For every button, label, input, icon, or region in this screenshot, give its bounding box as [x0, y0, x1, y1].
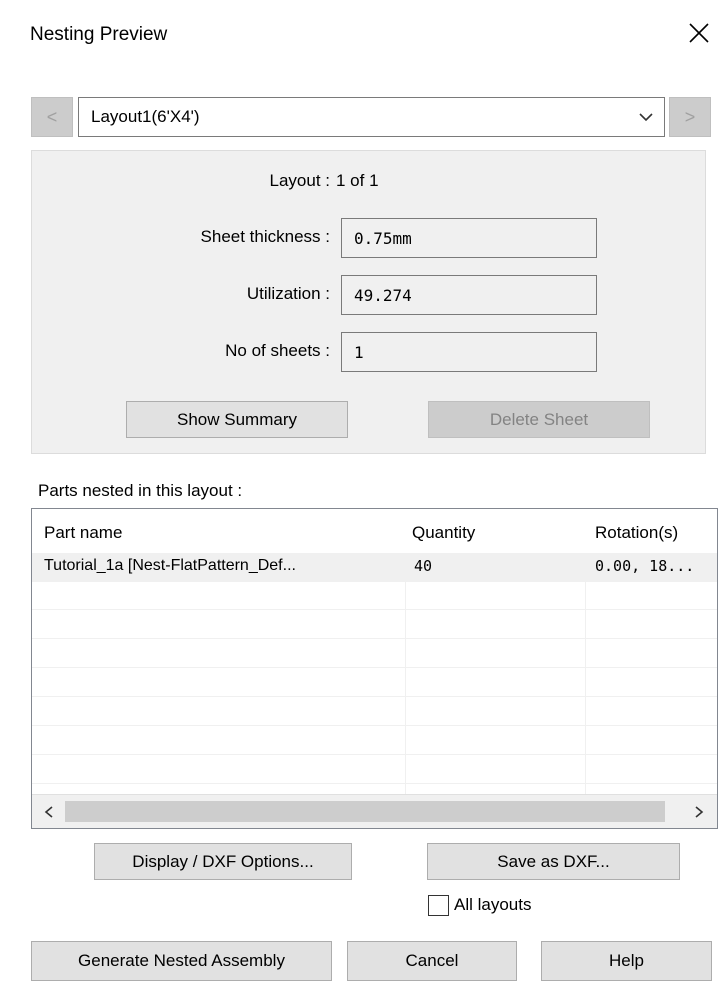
chevron-down-icon	[639, 113, 653, 122]
layout-dropdown-value: Layout1(6'X4')	[91, 107, 200, 126]
table-row-empty	[32, 581, 717, 610]
help-button[interactable]: Help	[541, 941, 712, 981]
scroll-right-button[interactable]	[688, 801, 710, 823]
horizontal-scrollbar[interactable]	[32, 794, 717, 828]
display-dxf-options-button[interactable]: Display / DXF Options...	[94, 843, 352, 880]
utilization-field[interactable]: 49.274	[341, 275, 597, 315]
table-row-empty	[32, 610, 717, 639]
cell-rotation: 0.00, 18...	[595, 557, 695, 575]
cell-quantity: 40	[414, 557, 433, 575]
column-divider	[405, 553, 406, 800]
no-of-sheets-label: No of sheets :	[225, 341, 330, 360]
chevron-right-icon	[695, 806, 704, 818]
table-row-empty	[32, 668, 717, 697]
parts-table-header: Part name Quantity Rotation(s)	[32, 509, 717, 553]
generate-nested-assembly-button[interactable]: Generate Nested Assembly	[31, 941, 332, 981]
table-row-empty	[32, 755, 717, 784]
chevron-left-icon	[44, 806, 53, 818]
next-layout-button[interactable]: >	[669, 97, 711, 137]
column-header-part-name[interactable]: Part name	[44, 523, 122, 543]
sheet-thickness-field[interactable]: 0.75mm	[341, 218, 597, 258]
table-row-empty	[32, 697, 717, 726]
delete-sheet-button[interactable]: Delete Sheet	[428, 401, 650, 438]
no-of-sheets-field[interactable]: 1	[341, 332, 597, 372]
scrollbar-thumb[interactable]	[65, 801, 665, 822]
table-row-empty	[32, 726, 717, 755]
table-row[interactable]: Tutorial_1a [Nest-FlatPattern_Def... 40 …	[32, 553, 717, 582]
show-summary-button[interactable]: Show Summary	[126, 401, 348, 438]
column-header-rotation[interactable]: Rotation(s)	[595, 523, 678, 543]
sheet-thickness-label: Sheet thickness :	[200, 227, 330, 246]
close-icon	[689, 23, 709, 43]
column-header-quantity[interactable]: Quantity	[412, 523, 475, 543]
save-as-dxf-button[interactable]: Save as DXF...	[427, 843, 680, 880]
window-title: Nesting Preview	[30, 24, 168, 45]
layout-dropdown[interactable]: Layout1(6'X4')	[78, 97, 665, 137]
all-layouts-label[interactable]: All layouts	[454, 895, 531, 915]
cell-part-name: Tutorial_1a [Nest-FlatPattern_Def...	[44, 557, 296, 574]
prev-layout-button[interactable]: <	[31, 97, 73, 137]
parts-table[interactable]: Part name Quantity Rotation(s) Tutorial_…	[31, 508, 718, 829]
column-divider	[585, 553, 586, 800]
layout-label: Layout :	[269, 171, 331, 190]
parts-heading: Parts nested in this layout :	[38, 481, 243, 500]
cancel-button[interactable]: Cancel	[347, 941, 517, 981]
layout-value: 1 of 1	[336, 171, 379, 190]
table-row-empty	[32, 639, 717, 668]
utilization-label: Utilization :	[246, 284, 330, 303]
all-layouts-checkbox[interactable]	[428, 895, 449, 916]
scroll-left-button[interactable]	[38, 801, 60, 823]
close-button[interactable]	[684, 16, 714, 48]
